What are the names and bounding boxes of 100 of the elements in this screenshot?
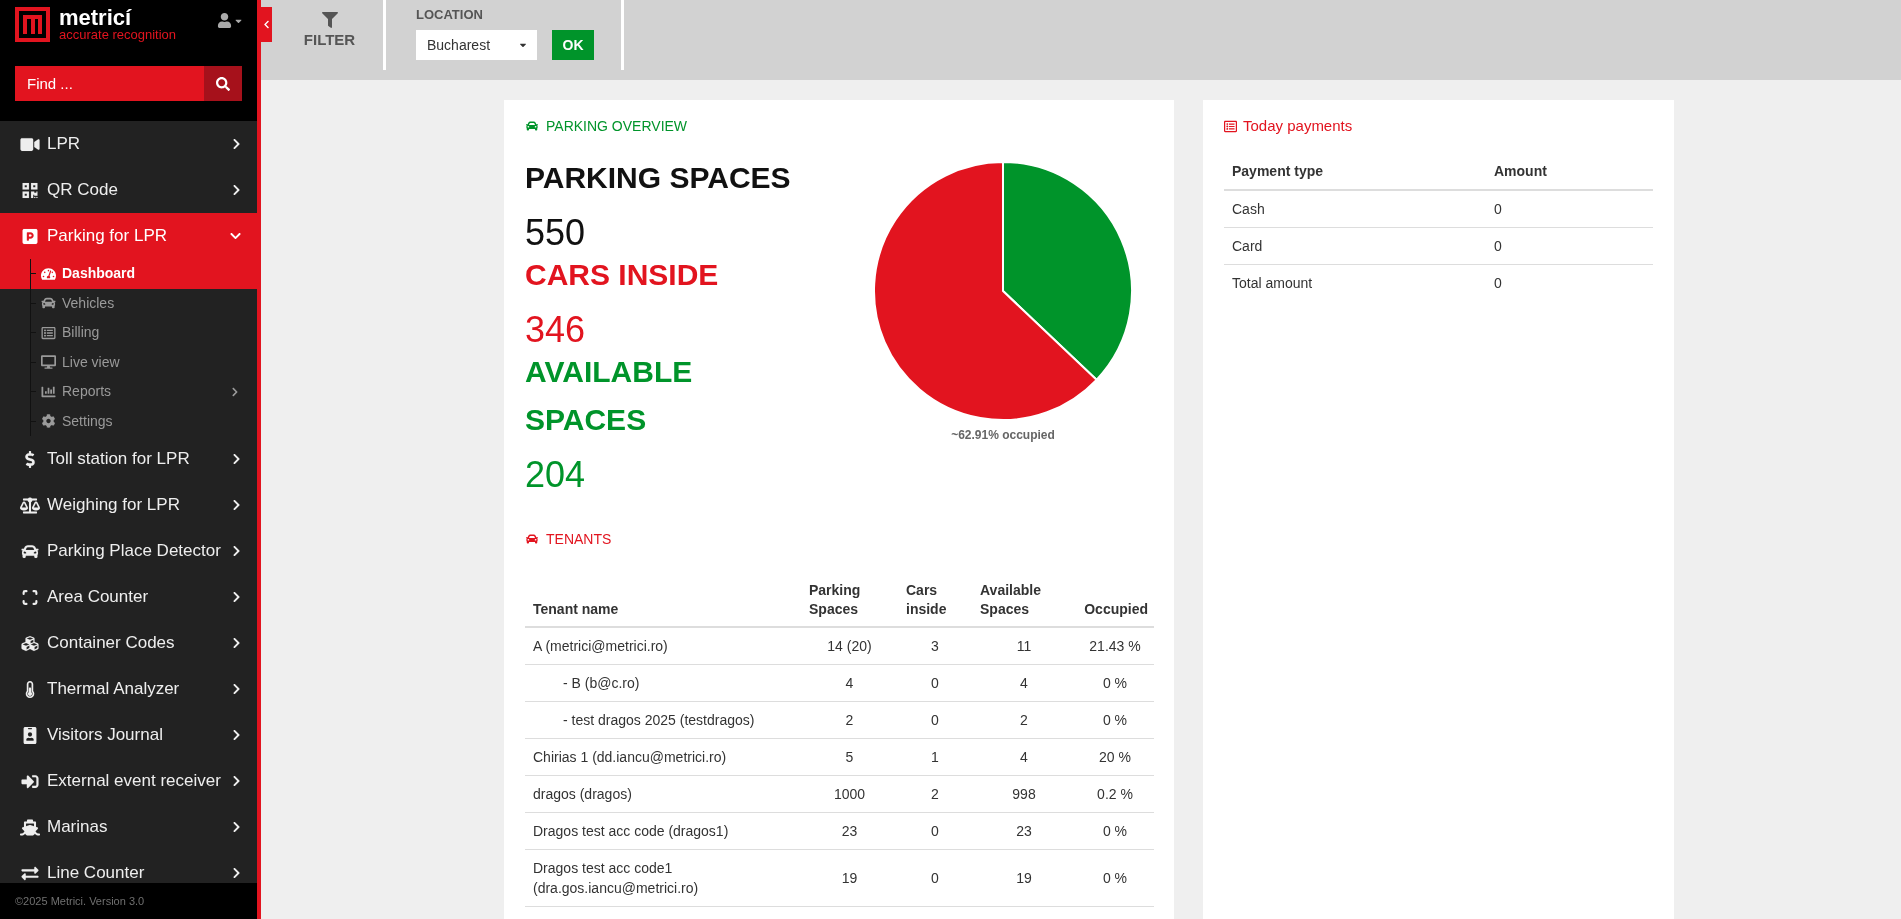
submenu-item[interactable]: Reports: [0, 377, 257, 407]
filter-icon: [321, 12, 338, 28]
table-cell: dragos (dragos): [525, 775, 801, 813]
scales-icon: [20, 496, 40, 514]
column-header: Parking Spaces: [801, 575, 898, 627]
logo-icon: [15, 7, 50, 42]
car-icon: [20, 542, 40, 560]
table-cell: 20 %: [1076, 738, 1154, 776]
menu-item[interactable]: Container Codes: [0, 620, 257, 666]
table-cell: 23: [972, 812, 1076, 850]
menu-item[interactable]: LPR: [0, 121, 257, 167]
search-icon: [216, 76, 230, 91]
table-cell: 2: [898, 775, 972, 813]
table-cell: 21.43 %: [1076, 627, 1154, 665]
table-cell: 0.2 %: [1076, 775, 1154, 813]
table-cell: 0: [1486, 227, 1653, 265]
chevron-right-icon: [232, 591, 241, 603]
user-menu-button[interactable]: [217, 13, 242, 28]
document-icon: [1224, 119, 1237, 133]
user-icon: [217, 13, 232, 28]
stat-value: 204: [525, 454, 586, 495]
menu-item[interactable]: Parking for LPR: [0, 213, 257, 259]
field-label: LOCATION: [416, 7, 483, 23]
ship-icon: [20, 818, 40, 836]
location-select[interactable]: Bucharest: [416, 30, 537, 60]
table-cell: 0: [898, 664, 972, 702]
submenu-item[interactable]: Billing: [0, 318, 257, 348]
menu-item[interactable]: Area Counter: [0, 574, 257, 620]
filter-button[interactable]: FILTER: [272, 0, 386, 70]
chevron-right-icon: [232, 138, 241, 150]
chevron-right-icon: [232, 775, 241, 787]
column-header: Available Spaces: [972, 575, 1076, 627]
table-cell: A (metrici@metrici.ro): [525, 627, 801, 665]
search-field[interactable]: Find ...: [15, 66, 204, 101]
table-cell: 4: [972, 664, 1076, 702]
table-cell: Cash: [1224, 190, 1486, 228]
table-cell: 0: [898, 701, 972, 739]
car-icon: [525, 120, 539, 132]
table-cell: - test dragos 2025 (testdragos): [525, 701, 801, 739]
stat-value: 550: [525, 212, 586, 253]
menu-item[interactable]: Parking Place Detector: [0, 528, 257, 574]
stat-label: CARS INSIDE: [525, 258, 719, 291]
arrows-icon: [20, 864, 40, 882]
chevron-right-icon: [232, 499, 241, 511]
video-camera-icon: [20, 135, 40, 153]
brand-name: metricí: [59, 7, 132, 28]
table-cell: 4: [972, 738, 1076, 776]
column-header: Tenant name: [525, 575, 801, 627]
id-badge-icon: [20, 726, 40, 744]
chevron-right-icon: [232, 821, 241, 833]
table-cell: 0: [898, 812, 972, 850]
menu-item[interactable]: Weighing for LPR: [0, 482, 257, 528]
table-cell: 0 %: [1076, 849, 1154, 907]
section-title: Today payments: [1243, 118, 1353, 134]
stat-value: 346: [525, 309, 586, 350]
document-icon: [41, 325, 56, 340]
table-cell: 14 (20): [801, 627, 898, 665]
table-cell: 0 %: [1076, 701, 1154, 739]
menu-item[interactable]: Line Counter: [0, 850, 257, 883]
table-cell: 4: [801, 664, 898, 702]
column-header: Amount: [1486, 153, 1653, 190]
menu-item[interactable]: QR Code: [0, 167, 257, 213]
table-cell: 19: [801, 849, 898, 907]
menu-item[interactable]: Toll station for LPR: [0, 436, 257, 482]
table-cell: 0: [1486, 264, 1653, 301]
brand-tagline: accurate recognition: [59, 28, 177, 42]
search-button[interactable]: [204, 66, 242, 101]
section-title: PARKING OVERVIEW: [546, 118, 688, 134]
sidebar-toggle-button[interactable]: [261, 7, 272, 42]
menu-item[interactable]: External event receiver: [0, 758, 257, 804]
settings-icon: [41, 414, 56, 429]
table-cell: Card: [1224, 227, 1486, 265]
table-cell: - B (b@c.ro): [525, 664, 801, 702]
submenu-item[interactable]: Dashboard: [0, 259, 257, 289]
column-header: Occupied: [1076, 575, 1154, 627]
stat-label: AVAILABLE SPACES: [525, 355, 693, 436]
ok-button[interactable]: OK: [552, 30, 594, 60]
table-cell: Dragos test acc code (dragos1): [525, 812, 801, 850]
qr-code-icon: [20, 181, 40, 199]
chevron-right-icon: [232, 729, 241, 741]
chart-caption: ~62.91% occupied: [951, 428, 1055, 442]
gauge-icon: [41, 266, 56, 281]
submenu-item[interactable]: Vehicles: [0, 288, 257, 318]
table-cell: 2: [972, 701, 1076, 739]
submenu-item[interactable]: Settings: [0, 406, 257, 436]
table-cell: 3: [898, 627, 972, 665]
car-icon: [41, 296, 56, 311]
menu-item[interactable]: Marinas: [0, 804, 257, 850]
table-cell: Dragos test acc code1 (dra.gos.iancu@metrici.ro): [525, 849, 801, 907]
chevron-left-icon: [263, 20, 270, 29]
table-cell: 0 %: [1076, 664, 1154, 702]
corners-icon: [20, 588, 40, 606]
chevron-right-icon: [232, 867, 241, 879]
chevron-right-icon: [232, 545, 241, 557]
table-cell: 1000: [801, 775, 898, 813]
car-icon: [525, 533, 539, 545]
parking-icon: [20, 227, 40, 245]
menu-item[interactable]: Thermal Analyzer: [0, 666, 257, 712]
menu-item[interactable]: Visitors Journal: [0, 712, 257, 758]
submenu-item[interactable]: Live view: [0, 347, 257, 377]
